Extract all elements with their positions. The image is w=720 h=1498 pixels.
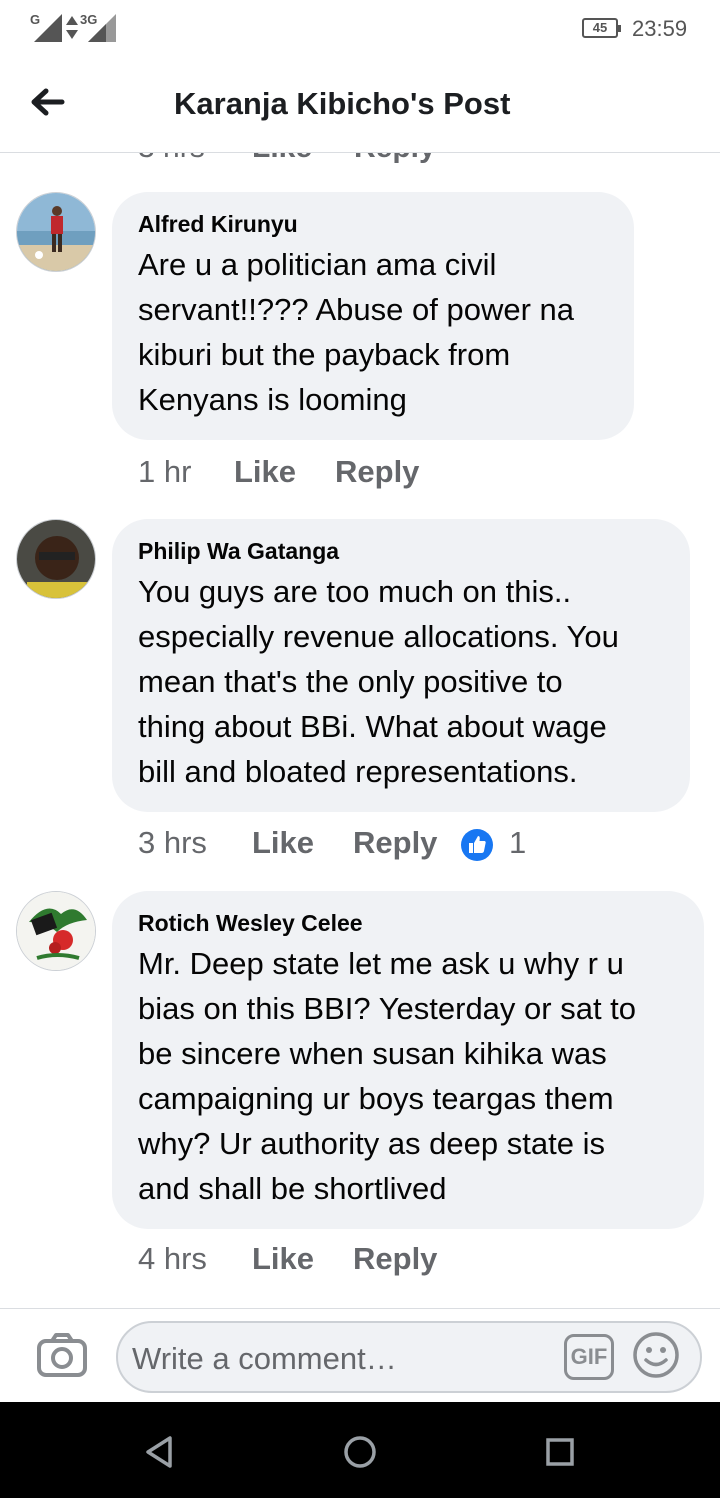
comment-input[interactable]: Write a comment… GIF — [116, 1321, 702, 1393]
nav-recents-button[interactable] — [540, 1432, 580, 1472]
previous-comment-actions: 3 hrs Like Reply — [0, 153, 720, 167]
comment-bubble[interactable]: Alfred Kirunyu Are u a politician ama ci… — [112, 192, 634, 440]
data-arrows-icon — [66, 16, 78, 39]
comment-time: 4 hrs — [138, 1241, 207, 1276]
comment-author[interactable]: Alfred Kirunyu — [138, 210, 608, 238]
smiley-icon — [633, 1332, 679, 1378]
emoji-button[interactable] — [632, 1331, 680, 1379]
previous-reply-button[interactable]: Reply — [354, 153, 436, 165]
like-button[interactable]: Like — [252, 1241, 314, 1277]
system-navigation-bar — [0, 1402, 720, 1498]
comment-bubble[interactable]: Philip Wa Gatanga You guys are too much … — [112, 519, 690, 812]
back-button[interactable] — [26, 80, 70, 124]
battery-indicator: 45 — [582, 18, 621, 38]
comment-time: 1 hr — [138, 454, 192, 489]
avatar[interactable] — [16, 519, 96, 599]
reply-button[interactable]: Reply — [335, 454, 419, 490]
arrow-left-icon — [31, 88, 65, 116]
nav-back-button[interactable] — [140, 1432, 180, 1472]
avatar[interactable] — [16, 192, 96, 272]
comment-text: Are u a politician ama civil servant!!??… — [138, 247, 575, 417]
status-bar: G 3G 45 23:59 — [0, 0, 720, 56]
comment-author[interactable]: Rotich Wesley Celee — [138, 909, 678, 937]
comment-placeholder: Write a comment… — [132, 1341, 397, 1376]
camera-icon — [37, 1333, 87, 1377]
signal-strength-2-icon — [88, 14, 116, 42]
comment-text: Mr. Deep state let me ask u why r u bias… — [138, 946, 637, 1206]
comment-text: You guys are too much on this.. especial… — [138, 574, 619, 789]
comment-bubble[interactable]: Rotich Wesley Celee Mr. Deep state let m… — [112, 891, 704, 1229]
comment-author[interactable]: Philip Wa Gatanga — [138, 537, 664, 565]
comment-time: 3 hrs — [138, 825, 207, 860]
previous-like-button[interactable]: Like — [252, 153, 312, 165]
like-button[interactable]: Like — [252, 825, 314, 861]
clock: 23:59 — [632, 16, 688, 41]
nav-back-triangle-icon — [146, 1436, 172, 1468]
reply-button[interactable]: Reply — [353, 1241, 437, 1277]
nav-recents-square-icon — [546, 1438, 574, 1466]
nav-home-circle-icon — [344, 1436, 376, 1468]
gif-button[interactable]: GIF — [564, 1334, 614, 1380]
comment-composer: Write a comment… GIF — [0, 1308, 720, 1402]
camera-button[interactable] — [36, 1331, 88, 1379]
like-button[interactable]: Like — [234, 454, 296, 490]
reaction-count[interactable]: 1 — [509, 825, 526, 861]
nav-home-button[interactable] — [340, 1432, 380, 1472]
previous-comment-time: 3 hrs — [138, 153, 205, 165]
reply-button[interactable]: Reply — [353, 825, 437, 861]
page-title: Karanja Kibicho's Post — [174, 86, 511, 121]
avatar[interactable] — [16, 891, 96, 971]
thumbs-up-icon[interactable] — [461, 829, 493, 861]
signal-strength-icon — [34, 14, 62, 42]
post-header: Karanja Kibicho's Post — [0, 56, 720, 153]
